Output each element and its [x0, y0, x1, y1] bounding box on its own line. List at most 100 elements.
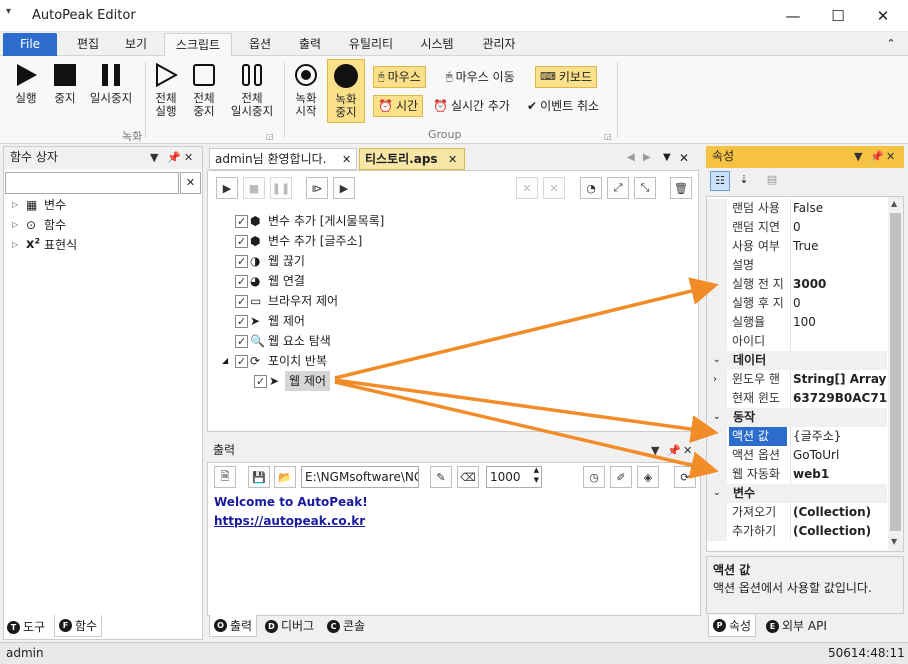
- dropdown-icon[interactable]: ▼: [150, 147, 158, 168]
- mouse-move-toggle[interactable]: 🖱 마우스 이동: [442, 66, 519, 88]
- script-run-button[interactable]: ▶: [216, 177, 238, 199]
- property-value[interactable]: 3000: [793, 275, 887, 294]
- stop-button[interactable]: 중지: [48, 62, 82, 105]
- property-scrollbar[interactable]: ▲ ▼: [888, 197, 903, 551]
- save-icon[interactable]: 💾: [248, 466, 270, 488]
- tab-output-log[interactable]: O 출력: [209, 615, 258, 637]
- folder-icon[interactable]: 📂: [274, 466, 296, 488]
- fill-icon[interactable]: ◈: [637, 466, 659, 488]
- property-value[interactable]: False: [793, 199, 887, 218]
- tab-system[interactable]: 시스템: [412, 33, 462, 56]
- property-row[interactable]: 실행율 100: [707, 313, 887, 332]
- scroll-thumb[interactable]: [890, 213, 901, 531]
- script-stop-button[interactable]: ■: [243, 177, 265, 199]
- checkbox[interactable]: [235, 312, 248, 332]
- tree-row-selected[interactable]: ➤웹 제어: [254, 371, 330, 392]
- checkbox[interactable]: [235, 272, 248, 292]
- checkbox[interactable]: [235, 292, 248, 312]
- checkbox[interactable]: [254, 372, 267, 392]
- line-count-stepper[interactable]: 1000 ▲ ▼: [486, 466, 542, 488]
- tab-tools[interactable]: T 도구: [3, 616, 49, 638]
- eraser-icon[interactable]: ⌫: [457, 466, 479, 488]
- collapse-category-icon[interactable]: ⌄: [713, 351, 721, 370]
- collapse-icon[interactable]: ⤡: [634, 177, 656, 199]
- tree-row[interactable]: 🔍웹 요소 탐색: [235, 331, 331, 352]
- minimize-button[interactable]: —: [770, 0, 816, 32]
- group-expand-icon[interactable]: ◲: [266, 132, 274, 141]
- tab-script[interactable]: 스크립트: [164, 33, 232, 56]
- property-value[interactable]: 0: [793, 294, 887, 313]
- log-path-input[interactable]: E:\NGMsoftware\NG: [301, 466, 419, 488]
- tree-row[interactable]: ◑웹 끊기: [235, 251, 305, 272]
- clear-search-button[interactable]: ✕: [180, 172, 201, 194]
- property-category[interactable]: ⌄ 변수: [707, 484, 887, 503]
- mouse-toggle[interactable]: 🖰 마우스: [373, 66, 426, 88]
- property-value[interactable]: GoToUrl: [793, 446, 887, 465]
- close-icon[interactable]: ✕: [886, 146, 895, 167]
- property-value[interactable]: String[] Array: [793, 370, 887, 389]
- property-row[interactable]: 웹 자동화 web1: [707, 465, 887, 484]
- pen-icon[interactable]: ✐: [610, 466, 632, 488]
- tab-utility[interactable]: 유틸리티: [340, 33, 402, 56]
- scroll-left-icon[interactable]: ◀: [627, 152, 635, 163]
- pause-button[interactable]: 일시중지: [84, 62, 138, 105]
- record-start-button[interactable]: 녹화 시작: [288, 62, 324, 118]
- stop-all-button[interactable]: 전체 중지: [186, 62, 222, 118]
- property-row[interactable]: 랜덤 사용 False: [707, 199, 887, 218]
- group-expand-icon-2[interactable]: ◲: [604, 132, 612, 141]
- keyboard-toggle[interactable]: ⌨ 키보드: [535, 66, 598, 88]
- refresh-icon[interactable]: ⟳: [674, 466, 696, 488]
- property-value[interactable]: 100: [793, 313, 887, 332]
- dropdown-icon[interactable]: ▼: [651, 440, 659, 461]
- record-stop-button[interactable]: 녹화 중지: [327, 59, 365, 123]
- property-row[interactable]: 실행 후 지 0: [707, 294, 887, 313]
- maximize-button[interactable]: ☐: [815, 0, 861, 32]
- sort-alpha-icon[interactable]: ⇣: [734, 171, 754, 191]
- tree-row[interactable]: ▭브라우저 제어: [235, 291, 338, 312]
- property-category[interactable]: ⌄ 데이터: [707, 351, 887, 370]
- property-value[interactable]: (Collection): [793, 503, 887, 522]
- property-value[interactable]: web1: [793, 465, 887, 484]
- expand-arrow-icon[interactable]: ▷: [12, 195, 26, 215]
- doc-list-icon[interactable]: ▼: [663, 152, 671, 163]
- scroll-right-icon[interactable]: ▶: [643, 152, 651, 163]
- property-row[interactable]: 현재 윈도 63729B0AC7123: [707, 389, 887, 408]
- checkbox[interactable]: [235, 232, 248, 252]
- close-button[interactable]: ✕: [860, 0, 906, 32]
- close-icon[interactable]: ✕: [184, 147, 193, 168]
- tree-row[interactable]: ◢⟳포이치 반복: [222, 351, 327, 372]
- property-row[interactable]: 랜덤 지연 0: [707, 218, 887, 237]
- tree-item-functions[interactable]: ▷ ⊙ 함수: [12, 215, 66, 235]
- clear-button[interactable]: ✕: [516, 177, 538, 199]
- property-row[interactable]: 액션 옵션 GoToUrl: [707, 446, 887, 465]
- collapse-ribbon-button[interactable]: ⌃: [882, 33, 900, 56]
- property-value[interactable]: True: [793, 237, 887, 256]
- expand-arrow-icon[interactable]: ▷: [12, 215, 26, 235]
- tab-properties[interactable]: P 속성: [708, 615, 757, 637]
- step-next-button[interactable]: ▶: [333, 177, 355, 199]
- scroll-down-icon[interactable]: ▼: [891, 537, 897, 546]
- output-link[interactable]: https://autopeak.co.kr: [214, 514, 365, 528]
- tab-admin[interactable]: 관리자: [474, 33, 524, 56]
- timer-icon[interactable]: ◔: [580, 177, 602, 199]
- tab-options[interactable]: 옵션: [240, 33, 280, 56]
- collapse-category-icon[interactable]: ⌄: [713, 484, 721, 503]
- property-row[interactable]: 아이디: [707, 332, 887, 351]
- tree-item-expressions[interactable]: ▷ x² 표현식: [12, 235, 77, 255]
- brush-icon[interactable]: ✎: [430, 466, 452, 488]
- tree-row[interactable]: ➤웹 제어: [235, 311, 305, 332]
- realtime-add-toggle[interactable]: ⏰ 실시간 추가: [429, 95, 514, 117]
- tab-output[interactable]: 출력: [290, 33, 330, 56]
- tab-welcome[interactable]: admin님 환영합니다. ✕: [209, 148, 357, 170]
- quick-access-menu[interactable]: ▾: [6, 6, 11, 17]
- stepper-arrows-icon[interactable]: ▲ ▼: [534, 465, 539, 485]
- run-button[interactable]: 실행: [8, 62, 44, 105]
- delete-icon[interactable]: 🗑: [670, 177, 692, 199]
- property-value[interactable]: (Collection): [793, 522, 887, 541]
- categorized-icon[interactable]: ☷: [710, 171, 730, 191]
- expand-arrow-icon[interactable]: ▷: [12, 235, 26, 255]
- close-doc-icon[interactable]: ✕: [679, 151, 689, 165]
- checkbox[interactable]: [235, 252, 248, 272]
- tab-debug[interactable]: D 디버그: [261, 615, 318, 637]
- step-run-button[interactable]: ⧐: [306, 177, 328, 199]
